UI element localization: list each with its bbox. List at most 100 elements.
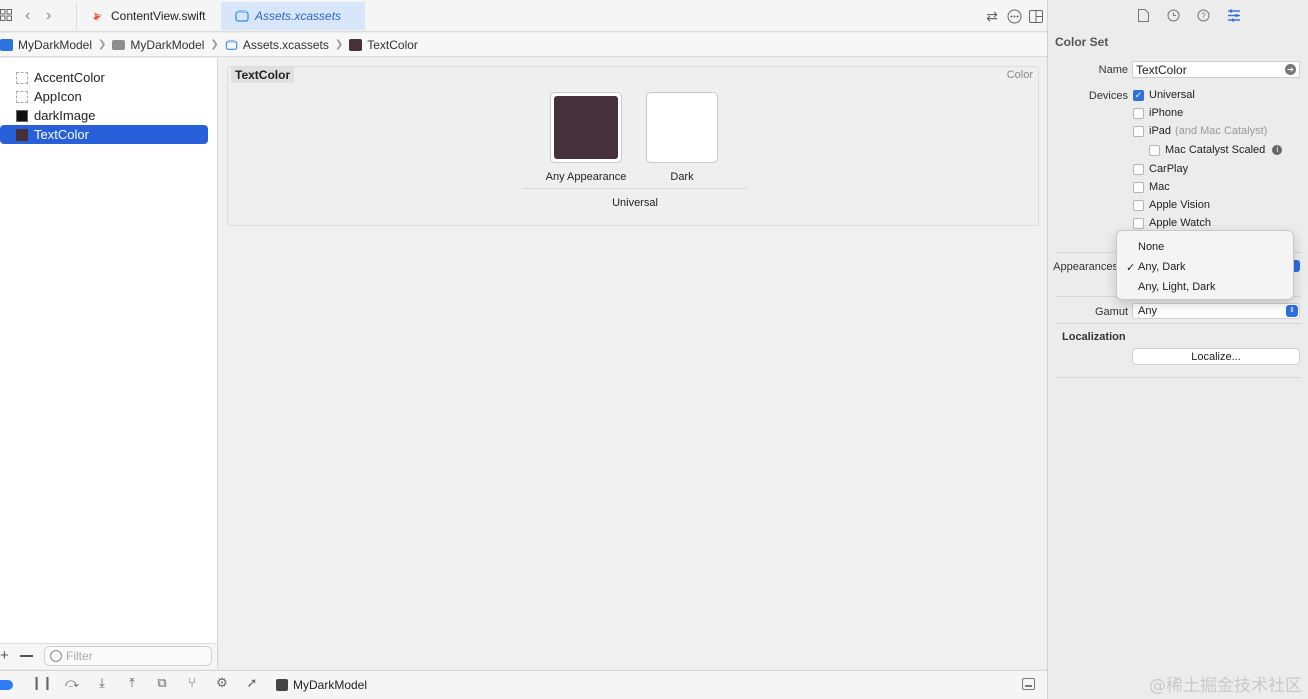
breadcrumb-catalog[interactable]: Assets.xcassets [225,38,329,52]
device-label: Apple Watch [1149,217,1211,229]
view-hierarchy-icon[interactable]: ⧉ [150,675,174,691]
divider [523,188,747,189]
attributes-inspector-icon[interactable] [1224,5,1244,25]
memory-graph-icon[interactable]: ⑂ [180,675,204,691]
name-field[interactable]: TextColor ➔ [1132,61,1300,78]
name-label: Name [1098,64,1128,76]
device-checkbox-mac[interactable]: Mac [1133,181,1170,193]
localize-button[interactable]: Localize... [1132,348,1300,365]
menu-item-any-light-dark[interactable]: Any, Light, Dark [1117,277,1295,297]
device-label: iPhone [1149,107,1184,119]
device-checkbox-ipad[interactable]: iPad (and Mac Catalyst) [1133,125,1267,137]
history-icon[interactable] [1164,5,1184,25]
breadcrumb-asset[interactable]: TextColor [349,38,418,52]
asset-catalog-icon [235,10,249,22]
menu-item-label: Any, Dark [1138,261,1186,273]
localize-button-label: Localize... [1191,350,1241,363]
checkbox-box [1149,144,1160,156]
divider [1056,323,1301,324]
color-swatch-icon [349,38,363,51]
device-checkbox-apple-watch[interactable]: Apple Watch [1133,217,1211,229]
device-checkbox-mac-catalyst-scaled[interactable]: Mac Catalyst Scaled i [1149,144,1283,156]
step-over-icon[interactable]: ⤼ [60,675,84,691]
file-inspector-icon[interactable] [1134,5,1154,25]
asset-catalog-icon [225,39,238,50]
asset-canvas: TextColor Color Any Appearance Dark Univ… [219,58,1046,669]
remove-icon[interactable] [20,655,33,657]
split-editor-icon[interactable] [1025,6,1047,26]
watermark: @稀土掘金技术社区 [1149,676,1302,696]
color-set-name: TextColor [231,67,295,83]
forward-chevron-icon[interactable]: › [46,7,51,25]
scheme-target[interactable]: MyDarkModel [276,678,367,692]
menu-item-label: Any, Light, Dark [1138,281,1216,293]
breadcrumb-project[interactable]: MyDarkModel [0,38,92,52]
breadcrumb-label: MyDarkModel [130,37,205,52]
step-into-icon[interactable]: ⤓ [90,675,114,691]
location-icon[interactable]: ➚ [240,675,264,691]
menu-item-none[interactable]: None [1117,237,1295,257]
device-checkbox-iphone[interactable]: iPhone [1133,107,1183,119]
tab-label: ContentView.swift [111,9,206,23]
info-icon[interactable]: i [1272,145,1283,155]
debug-controls: ❙❙ ⤼ ⤓ ⤒ ⧉ ⑂ ⚙ ➚ [30,675,264,691]
navigator-footer: + Filter [0,643,218,669]
checkbox-box [1133,199,1144,211]
gamut-select[interactable]: Any ⇕ [1132,303,1300,319]
help-icon[interactable]: ? [1194,5,1214,25]
editor-tab-bar: ‹ › ContentView.swift Assets.xcassets ⇄ [0,0,1047,32]
related-items-icon[interactable]: ⇄ [981,6,1003,26]
list-item-darkimage[interactable]: darkImage [0,106,208,125]
menu-item-any-dark[interactable]: ✓ Any, Dark [1117,257,1295,277]
environment-overrides-icon[interactable]: ⚙ [210,675,234,691]
add-icon[interactable]: + [0,647,9,664]
back-chevron-icon[interactable]: ‹ [25,7,30,25]
list-item-accentcolor[interactable]: AccentColor [0,68,208,87]
device-label: iPad [1149,125,1172,137]
grid-icon[interactable] [0,9,12,21]
tab-assets-xcassets[interactable]: Assets.xcassets [221,2,365,30]
scheme-target-label: MyDarkModel [293,678,368,692]
list-item-label: AccentColor [34,70,105,85]
breadcrumb-group[interactable]: MyDarkModel [112,38,204,52]
appearances-label: Appearances [1053,261,1118,273]
device-checkbox-apple-vision[interactable]: Apple Vision [1133,199,1210,211]
chevron-updown-icon: ⇕ [1286,305,1298,317]
swift-file-icon [93,12,103,21]
color-well-any-appearance[interactable] [550,92,622,163]
pause-icon[interactable]: ❙❙ [30,675,54,691]
list-item-label: AppIcon [34,89,82,104]
device-label: Universal [1149,89,1195,101]
color-set-panel[interactable]: TextColor Color Any Appearance Dark Univ… [227,66,1039,226]
breakpoints-toggle[interactable] [0,680,13,690]
checkmark-icon: ✓ [1133,89,1144,101]
chevron-right-icon: ❯ [98,39,107,50]
breadcrumb-label: TextColor [367,37,418,52]
device-checkbox-universal[interactable]: ✓ Universal [1133,89,1195,101]
editor-options-group: ⇄ [981,6,1047,26]
device-checkbox-carplay[interactable]: CarPlay [1133,163,1188,175]
well-label-any-appearance: Any Appearance [545,171,627,183]
device-label: CarPlay [1149,163,1189,175]
tab-contentview-swift[interactable]: ContentView.swift [76,2,220,30]
image-swatch-icon [16,109,28,122]
chevron-right-icon: ❯ [210,39,219,50]
tab-label: Assets.xcassets [255,9,342,23]
arrow-right-circle-icon[interactable]: ➔ [1285,64,1296,75]
list-item-textcolor[interactable]: TextColor [0,125,208,144]
color-well-dark[interactable] [646,92,718,163]
breadcrumb-label: Assets.xcassets [242,37,329,52]
debug-bar: ❙❙ ⤼ ⤓ ⤒ ⧉ ⑂ ⚙ ➚ MyDarkModel [0,670,1047,699]
list-item-appicon[interactable]: AppIcon [0,87,208,106]
list-item-label: TextColor [34,127,89,142]
empty-swatch-icon [16,71,28,84]
hide-debug-area-icon[interactable] [1022,678,1035,690]
empty-swatch-icon [16,90,28,103]
devices-label: Devices [1088,90,1128,102]
more-options-icon[interactable] [1003,6,1025,26]
step-out-icon[interactable]: ⤒ [120,675,144,691]
device-label: Mac [1149,181,1170,193]
checkbox-box [1133,217,1144,229]
filter-input[interactable]: Filter [44,646,212,666]
list-item-label: darkImage [34,108,96,123]
